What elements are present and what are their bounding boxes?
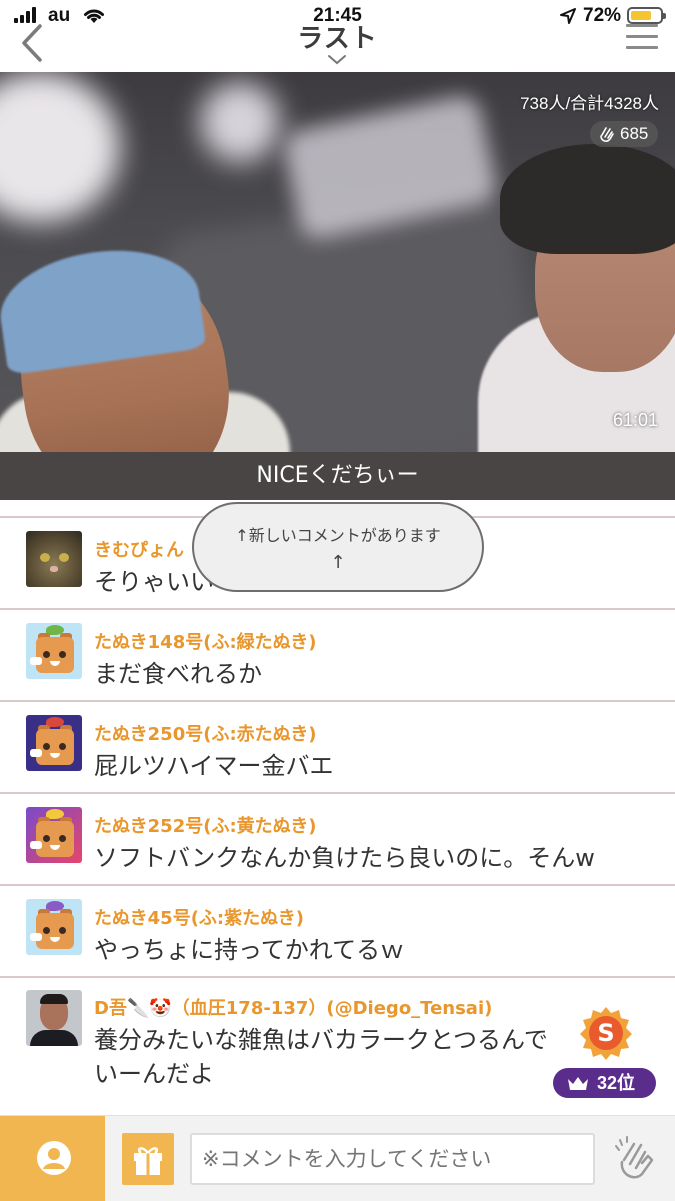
svg-text:S: S [597,1019,614,1047]
comment-text: 屁ルツハイマー金バエ [94,752,334,780]
applause-count: 685 [620,124,649,143]
user-icon [37,1141,71,1175]
comment-author: たぬき45号(ふ:紫たぬき) [94,908,304,929]
comment-text: まだ食べれるか [94,660,262,688]
comment-list[interactable]: きむぴょん そりゃいい たぬき148号(ふ:緑たぬき) まだ食べれるか たぬき2… [0,500,675,1114]
comment-author: たぬき252号(ふ:黄たぬき) [94,816,317,837]
comment-item[interactable]: たぬき252号(ふ:黄たぬき) ソフトバンクなんか負けたら良いのに。そんw [0,794,675,884]
comment-author: たぬき148号(ふ:緑たぬき) [94,632,317,653]
comment-text: 養分みたいな雑魚はバカラークとつるんで [94,1026,548,1054]
comment-text: やっちょに持ってかれてるｗ [94,936,405,964]
comment-item[interactable]: たぬき250号(ふ:赤たぬき) 屁ルツハイマー金バエ [0,702,675,792]
comment-text-continued: いーんだよ [94,1060,214,1088]
clap-icon [600,127,614,142]
gift-button[interactable] [122,1133,174,1185]
comment-author: たぬき250号(ふ:赤たぬき) [94,724,317,745]
avatar[interactable] [26,715,82,771]
bottom-bar [0,1115,675,1201]
hamburger-menu-icon[interactable] [626,24,658,54]
rank-label: 32位 [597,1073,636,1093]
ranking-badge[interactable]: 32位 [553,1068,656,1098]
avatar[interactable] [26,990,82,1046]
toast-arrow: ↑ [330,552,346,573]
applause-counter: 685 [590,121,658,147]
profile-button[interactable] [0,1116,105,1201]
viewer-count: 738人/合計4328人 [520,94,659,113]
page-title: ラスト [297,24,378,54]
gift-icon [134,1147,162,1175]
comment-text: ソフトバンクなんか負けたら良いのに。そんw [94,844,595,872]
supporter-s-badge-icon[interactable]: S [578,1005,634,1061]
chevron-down-icon[interactable] [327,54,347,66]
live-video-player[interactable]: 738人/合計4328人 685 61:01 [0,72,675,452]
comment-author: きむぴょん [94,540,184,561]
comment-input[interactable] [190,1133,595,1185]
toast-message: ↑新しいコメントがあります [235,526,441,545]
crown-icon [568,1077,588,1090]
new-comment-toast[interactable]: ↑新しいコメントがあります ↑ [192,502,484,592]
comment-item[interactable]: たぬき45号(ふ:紫たぬき) やっちょに持ってかれてるｗ [0,886,675,976]
avatar[interactable] [26,899,82,955]
comment-author: D吾🔪🤡（血圧178-137）(@Diego_Tensai) [94,998,493,1019]
clap-button-icon[interactable] [608,1130,664,1186]
comment-item[interactable]: たぬき148号(ふ:緑たぬき) まだ食べれるか [0,610,675,700]
nav-bar: ラスト [0,14,675,70]
avatar[interactable] [26,531,82,587]
stream-caption: NICEくだちぃー [0,452,675,500]
avatar[interactable] [26,807,82,863]
stream-duration: 61:01 [612,410,658,430]
avatar[interactable] [26,623,82,679]
